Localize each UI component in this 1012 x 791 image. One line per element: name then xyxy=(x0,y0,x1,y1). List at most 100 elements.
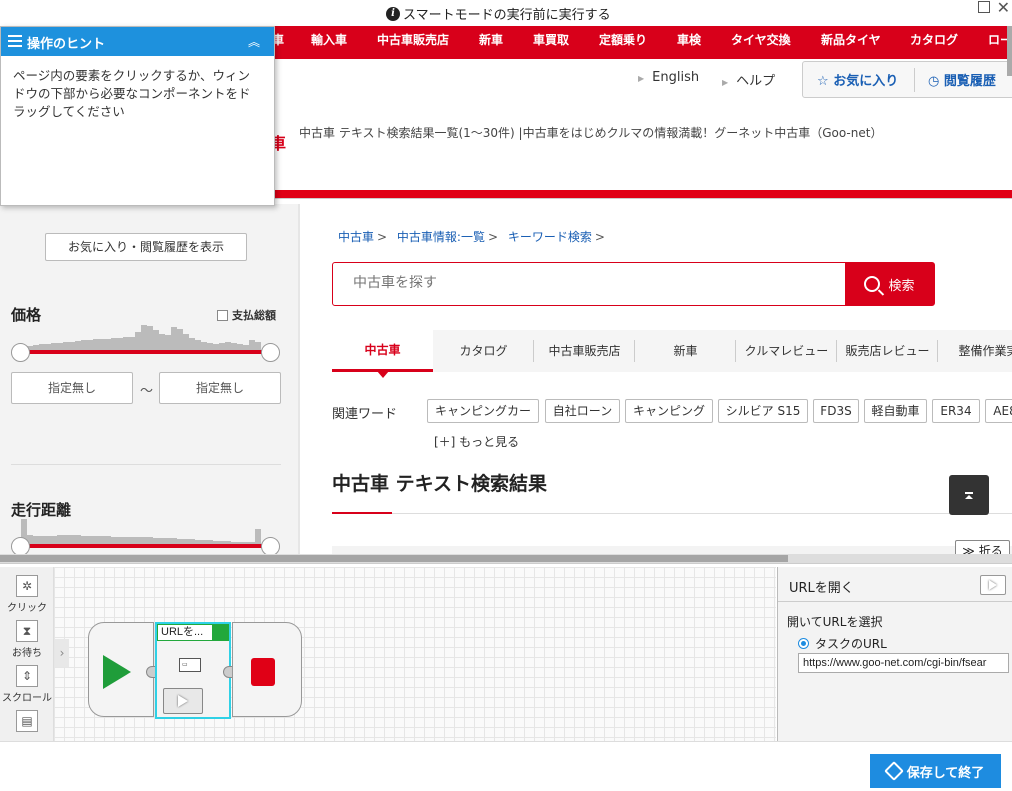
tab-new-cars[interactable]: 新車 xyxy=(635,330,736,372)
distance-slider-max-handle[interactable] xyxy=(261,537,280,554)
properties-title: URLを開く xyxy=(789,581,854,596)
triangle-icon: ▶ xyxy=(638,74,645,83)
history-link[interactable]: ◷ 閲覧履歴 xyxy=(928,70,996,89)
nav-item[interactable]: 中古車販売店 xyxy=(377,31,449,48)
divider xyxy=(11,464,281,465)
maximize-icon[interactable] xyxy=(978,1,990,13)
nav-item[interactable]: 新車 xyxy=(479,31,503,48)
related-chip[interactable]: キャンピング xyxy=(625,399,713,423)
nav-item[interactable]: 新品タイヤ xyxy=(821,31,881,48)
tab-catalog[interactable]: カタログ xyxy=(433,330,534,372)
radio-icon[interactable] xyxy=(798,638,809,649)
workflow-designer: ✲ クリック ⧗ お待ち ⇕ スクロール ▤ › URLを... ▭ URLを開く 開… xyxy=(0,563,1012,742)
related-chip[interactable]: FD3S xyxy=(813,399,859,423)
horizontal-scrollbar[interactable] xyxy=(0,554,1012,563)
tool-wait[interactable]: ⧗ お待ち xyxy=(0,620,54,659)
run-step-button[interactable] xyxy=(980,575,1006,595)
info-icon: i xyxy=(386,6,400,21)
related-chip[interactable]: 自社ローン xyxy=(545,399,620,423)
footer-bar: 保存して終了 xyxy=(0,741,1012,791)
nav-item[interactable]: カタログ xyxy=(910,31,958,48)
search-button[interactable]: 検索 xyxy=(845,263,934,305)
flow-start-node[interactable] xyxy=(88,622,154,717)
related-words-label: 関連ワード xyxy=(332,407,398,422)
hourglass-icon: ⧗ xyxy=(16,620,38,642)
run-task-button[interactable] xyxy=(163,688,203,714)
hint-panel: 操作のヒント ︽ ページ内の要素をクリックするか、ウィンドウの下部から必要なコン… xyxy=(0,26,275,206)
nav-item[interactable]: 輸入車 xyxy=(311,31,347,48)
double-chevron-down-icon: ≫ xyxy=(962,544,975,554)
related-chip[interactable]: AE8 xyxy=(985,399,1012,423)
click-icon: ✲ xyxy=(16,575,38,597)
toolbox: ✲ クリック ⧗ お待ち ⇕ スクロール ▤ xyxy=(0,567,54,742)
close-icon[interactable]: ✕ xyxy=(997,0,1010,17)
tab-maintenance[interactable]: 整備作業実 xyxy=(938,330,1012,372)
results-area xyxy=(332,546,1012,554)
window-title: i スマートモードの実行前に実行する xyxy=(386,4,611,23)
nav-item[interactable]: タイヤ交換 xyxy=(731,31,791,48)
heading-underline xyxy=(332,512,392,514)
search-icon xyxy=(864,276,881,292)
list-icon xyxy=(8,35,22,47)
chevron-up-icon[interactable]: ︽ xyxy=(248,33,260,50)
page-title: 中古車 テキスト検索結果一覧(1〜30件) |中古車をはじめクルマの情報満載！グ… xyxy=(299,126,883,140)
tab-car-reviews[interactable]: クルマレビュー xyxy=(736,330,837,372)
scrollbar-thumb[interactable] xyxy=(0,555,788,562)
total-payment-checkbox[interactable]: 支払総額 xyxy=(217,307,276,323)
related-chip[interactable]: 軽自動車 xyxy=(864,399,927,423)
url-input[interactable]: https://www.goo-net.com/cgi-bin/fsear xyxy=(798,653,1009,673)
chevron-right-icon[interactable]: › xyxy=(55,639,69,667)
search-box: 検索 xyxy=(332,262,935,306)
breadcrumb-item[interactable]: 中古車 xyxy=(338,230,374,244)
flow-end-node[interactable] xyxy=(232,622,302,717)
tab-used-cars[interactable]: 中古車 xyxy=(332,330,433,372)
breadcrumb-item[interactable]: 中古車情報:一覧 xyxy=(397,230,485,244)
breadcrumb: 中古車 > 中古車情報:一覧 > キーワード検索 > xyxy=(338,230,605,244)
price-slider-min-handle[interactable] xyxy=(11,343,30,362)
tool-scroll[interactable]: ⇕ スクロール xyxy=(0,665,54,704)
nav-item[interactable]: 車検 xyxy=(677,31,701,48)
collapse-button[interactable]: ≫ 折る xyxy=(955,540,1010,554)
task-url-radio[interactable]: タスクのURL xyxy=(798,635,887,652)
price-min-select[interactable]: 指定無し xyxy=(11,372,133,404)
help-link[interactable]: ▶ ヘルプ xyxy=(722,70,775,89)
flow-canvas[interactable]: › URLを... ▭ xyxy=(54,567,776,742)
clock-icon: ◷ xyxy=(928,74,940,89)
nav-item[interactable]: 定額乗り xyxy=(599,31,647,48)
divider xyxy=(298,204,300,554)
arrow-up-icon xyxy=(965,494,973,499)
select-url-label: 開いてURLを選択 xyxy=(787,615,883,629)
nav-item[interactable]: 車買取 xyxy=(533,31,569,48)
search-input[interactable] xyxy=(353,275,833,291)
price-histogram xyxy=(21,322,261,352)
price-slider-max-handle[interactable] xyxy=(261,343,280,362)
english-link[interactable]: ▶ English xyxy=(638,70,699,85)
hint-header: 操作のヒント ︽ xyxy=(1,27,274,56)
distance-histogram xyxy=(21,517,261,547)
related-chip[interactable]: シルビア S15 xyxy=(718,399,808,423)
price-max-select[interactable]: 指定無し xyxy=(159,372,281,404)
breadcrumb-item[interactable]: キーワード検索 xyxy=(508,230,592,244)
open-url-task-node[interactable]: URLを... ▭ xyxy=(155,622,231,719)
favorites-link[interactable]: ☆ お気に入り xyxy=(817,70,898,89)
distance-slider-min-handle[interactable] xyxy=(11,537,30,554)
checkbox-icon[interactable] xyxy=(217,309,228,321)
related-chip[interactable]: キャンピングカー xyxy=(427,399,539,423)
tab-dealer-reviews[interactable]: 販売店レビュー xyxy=(837,330,938,372)
open-url-icon: ▭ xyxy=(179,658,201,672)
distance-slider-track[interactable] xyxy=(21,544,271,548)
tool-page[interactable]: ▤ xyxy=(0,710,54,734)
hint-title: 操作のヒント xyxy=(27,37,106,52)
related-chip[interactable]: ER34 xyxy=(932,399,980,423)
tab-dealers[interactable]: 中古車販売店 xyxy=(534,330,635,372)
page-top-button[interactable] xyxy=(949,475,989,515)
save-and-exit-button[interactable]: 保存して終了 xyxy=(870,754,1001,788)
show-more-link[interactable]: [＋] もっと見る xyxy=(434,433,519,450)
play-icon xyxy=(103,655,131,689)
price-slider-track[interactable] xyxy=(21,350,271,354)
web-scrollbar[interactable] xyxy=(1007,26,1012,76)
tool-click[interactable]: ✲ クリック xyxy=(0,575,54,614)
show-history-button[interactable]: お気に入り・閲覧履歴を表示 xyxy=(45,233,247,261)
divider xyxy=(392,513,1012,514)
hint-text: ページ内の要素をクリックするか、ウィンドウの下部から必要なコンポーネントをドラッ… xyxy=(13,68,251,119)
